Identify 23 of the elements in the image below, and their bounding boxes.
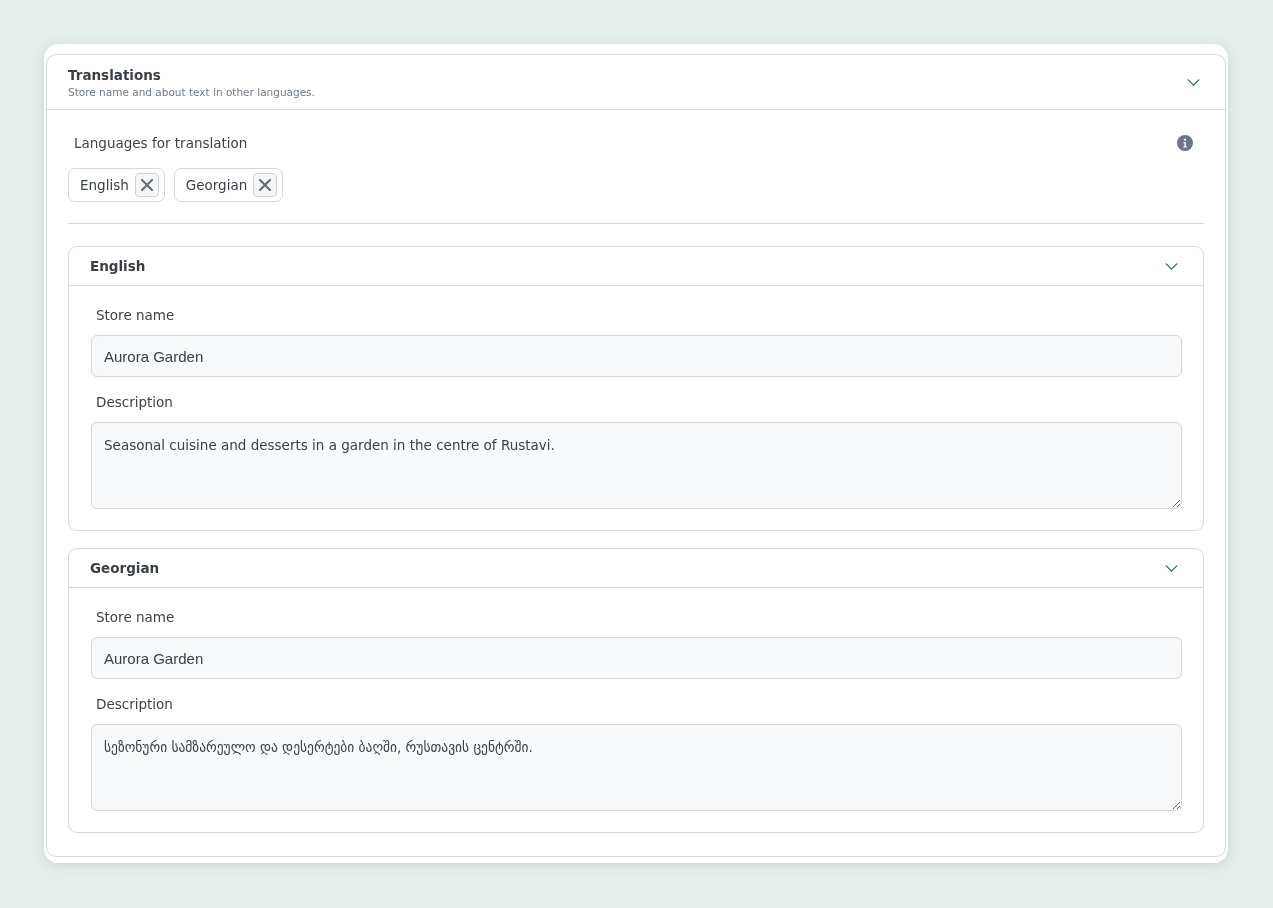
field-label: Description — [95, 393, 173, 411]
description-textarea[interactable]: Seasonal cuisine and desserts in a garden in the centre of Rustavi. — [91, 422, 1182, 509]
section-title: English — [90, 258, 146, 274]
close-icon — [140, 179, 153, 191]
language-name: English — [80, 177, 129, 193]
field-label: Description — [95, 695, 173, 713]
field-label: Store name — [95, 608, 175, 626]
chevron-down-icon[interactable] — [1165, 262, 1178, 270]
close-icon — [259, 179, 272, 191]
chevron-down-icon[interactable] — [1165, 564, 1178, 572]
section-title: Georgian — [90, 560, 160, 576]
panel-subtitle: Store name and about text in other languages. — [68, 85, 315, 98]
field-label: Languages for translation — [74, 135, 248, 151]
chevron-down-icon[interactable] — [1187, 78, 1200, 86]
store-name-input[interactable]: Aurora Garden — [91, 637, 1182, 679]
language-name: Georgian — [185, 177, 248, 193]
info-icon[interactable] — [1177, 135, 1193, 151]
store-name-input[interactable]: Aurora Garden — [91, 335, 1182, 377]
remove-language-button[interactable] — [134, 173, 159, 197]
field-label: Store name — [95, 306, 175, 324]
panel-title: Translations — [68, 66, 162, 83]
remove-language-button[interactable] — [253, 173, 278, 197]
description-textarea[interactable]: სეზონური სამზარეულო და დესერტები ბაღში, რუსთავის ცენტრში. — [91, 724, 1182, 811]
